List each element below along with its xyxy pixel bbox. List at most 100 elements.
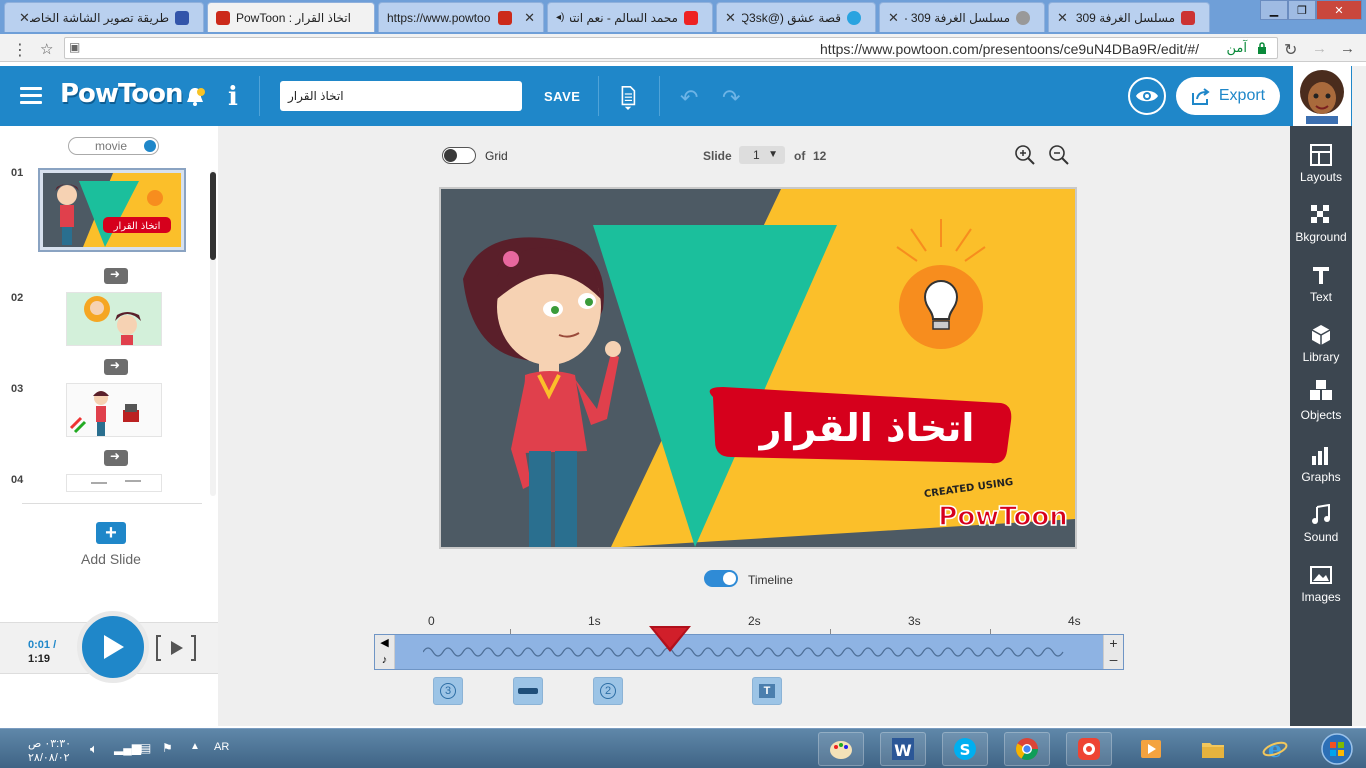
clock-date: ٢٨/٠٨/٠٢ [28,752,70,764]
add-slide-label[interactable]: Add Slide [64,551,158,567]
menu-kebab-icon[interactable]: ⋮ [12,40,28,60]
tab-close-icon[interactable]: ✕ [524,10,535,26]
zoom-out-icon[interactable] [1048,144,1070,166]
site-settings-icon[interactable]: ▣ [69,40,80,54]
images-button[interactable]: Images [1290,564,1352,604]
sound-button[interactable]: Sound [1290,504,1352,544]
close-window-icon[interactable]: ✕ [1316,0,1362,20]
slide-thumbnail-2[interactable] [66,292,162,346]
chrome-taskbar-icon[interactable] [1004,732,1050,766]
transition-icon[interactable] [104,267,128,284]
language-indicator[interactable]: AR [214,741,229,753]
grid-toggle[interactable] [442,147,476,164]
timeline-object-marker[interactable]: 2 [593,677,623,711]
timeline-text-marker[interactable]: T [752,677,782,711]
internet-explorer-taskbar-icon[interactable]: e [1252,732,1298,766]
file-explorer-taskbar-icon[interactable] [1190,732,1236,766]
layouts-button[interactable]: Layouts [1290,144,1352,184]
tab-close-icon[interactable]: ✕ [888,10,899,26]
hamburger-menu-icon[interactable] [20,87,42,105]
user-avatar[interactable] [1293,66,1351,126]
document-menu-icon[interactable] [618,86,638,110]
url-field[interactable]: ▣ https://www.powtoon.com/presentoons/ce… [64,37,1278,59]
text-icon [1313,267,1329,284]
media-player-taskbar-icon[interactable] [1128,732,1174,766]
slide-scrollbar-thumb[interactable] [210,172,216,260]
browser-tab[interactable]: ✕ مسلسل الغرفة 309 - الحلـ [1048,2,1210,32]
tab-title: قصة عشق (@Q3sk) | تو [742,10,841,25]
url-text: https://www.powtoon.com/presentoons/ce9u… [820,41,1199,57]
window-scrollbar[interactable] [1352,66,1366,726]
minimize-icon[interactable]: ▁ [1260,0,1288,20]
slide-total: 12 [813,149,827,163]
objects-button[interactable]: Objects [1290,378,1352,422]
volume-icon[interactable]: ◀ [375,635,394,652]
transition-icon[interactable] [104,358,128,375]
slide-thumbnail-4[interactable] [66,474,162,492]
browser-tab[interactable]: ✕ طريقة تصوير الشاشة الخاصة [4,2,204,32]
slide-canvas[interactable]: اتخاذ القرار CREATED USING PowToon [439,187,1077,549]
skype-taskbar-icon[interactable]: S [942,732,988,766]
notification-bell-icon[interactable] [184,86,206,108]
undo-icon[interactable]: ↶ [680,85,698,111]
info-icon[interactable]: i [228,82,238,112]
recorder-taskbar-icon[interactable] [1066,732,1112,766]
reload-icon[interactable]: ↻ [1284,40,1297,60]
layouts-label: Layouts [1299,170,1343,184]
timeline-object-marker[interactable] [513,677,543,711]
timeline-zoom-in-icon[interactable]: + [1104,635,1123,652]
browser-tab[interactable]: ✕ قصة عشق (@Q3sk) | تو [716,2,876,32]
grid-label: Grid [485,149,508,163]
browser-tab-active[interactable]: PowToon : اتخاذ القرار [207,2,375,32]
back-icon[interactable]: → [1340,40,1355,57]
start-button[interactable] [1312,732,1362,766]
browser-tab[interactable]: ◂) محمد السالم - نعم انته [547,2,713,32]
timeline-ruler: 0 1s 2s 3s 4s [428,614,1081,634]
export-button[interactable]: Export [1176,77,1280,115]
slide-number-select[interactable]: 1 ▼ [739,146,785,164]
word-taskbar-icon[interactable]: W [880,732,926,766]
flag-tray-icon[interactable]: ⚑ [162,741,173,755]
tab-close-icon[interactable]: ✕ [19,10,30,26]
zoom-in-icon[interactable] [1014,144,1036,166]
bookmark-star-icon[interactable]: ☆ [40,40,53,58]
slide-number: 03 [11,383,24,395]
tab-close-icon[interactable]: ✕ [725,10,736,26]
save-button[interactable]: SAVE [544,89,580,104]
of-label: of [794,149,806,163]
music-note-icon[interactable]: ♪ [375,652,394,669]
device-tray-icon[interactable]: ▤ [140,741,151,755]
preview-eye-button[interactable] [1128,77,1166,115]
add-slide-button[interactable]: + [96,522,126,544]
powtoon-favicon-icon [216,10,230,25]
browser-tab[interactable]: ✕ مسلسل الغرفة 309 - الحلـ [879,2,1045,32]
restore-icon[interactable]: ❐ [1288,0,1316,20]
volume-tray-icon[interactable]: 🔈︎ [90,741,98,757]
timeline-zoom-out-icon[interactable]: – [1104,652,1123,669]
text-button[interactable]: Text [1290,264,1352,304]
presentation-title-input[interactable]: اتخاذ القرار [280,81,522,111]
divider [22,503,202,504]
browser-tab[interactable]: https://www.powtoo ✕ [378,2,544,32]
timeline-toggle[interactable] [704,570,738,587]
transition-icon[interactable] [104,449,128,466]
playhead-marker[interactable] [649,626,691,654]
paint-taskbar-icon[interactable] [818,732,864,766]
slide-thumbnail-3[interactable] [66,383,162,437]
movie-toggle[interactable]: movie [68,137,159,155]
play-button[interactable] [77,611,149,683]
network-tray-icon[interactable]: ▂▄▆ [114,741,141,755]
svg-text:e: e [1268,737,1282,762]
timeline-object-marker[interactable]: 3 [433,677,463,711]
slide-thumbnail-1[interactable]: اتخاذ القرار [38,168,186,252]
show-hidden-icons[interactable]: ▲ [190,741,200,752]
play-from-slide-icon[interactable] [155,633,197,663]
background-button[interactable]: Bkground [1290,204,1352,244]
library-button[interactable]: Library [1290,324,1352,364]
slide-number: 01 [11,167,24,179]
tab-close-icon[interactable]: ✕ [1057,10,1068,26]
timeline-track[interactable]: ◀ ♪ + – [374,634,1124,670]
redo-icon[interactable]: ↷ [722,85,740,111]
forward-icon[interactable]: → [1312,40,1327,57]
graphs-button[interactable]: Graphs [1290,444,1352,484]
